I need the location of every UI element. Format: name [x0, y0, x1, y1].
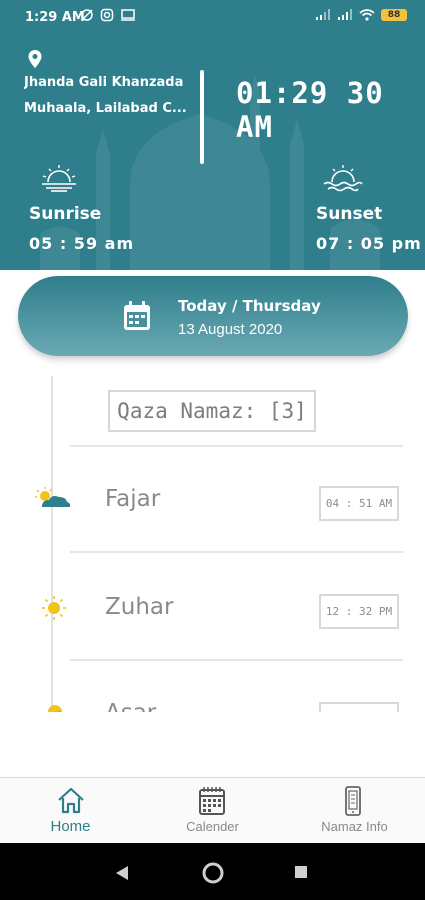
signal-icon — [316, 9, 330, 20]
sunset-label: Sunset — [316, 204, 383, 224]
header-divider — [200, 70, 204, 164]
cloudy-sun-icon — [48, 705, 62, 712]
battery-icon: 88 — [381, 9, 407, 21]
calendar-icon — [124, 301, 150, 330]
instagram-icon — [100, 8, 114, 22]
back-icon[interactable] — [115, 865, 129, 881]
timeline-line — [51, 376, 53, 712]
row-divider — [70, 551, 403, 553]
prayer-time-zuhar: 12 : 32 PM — [319, 594, 399, 629]
sunset-time: 07 : 05 pm — [316, 234, 422, 253]
home-circle-icon[interactable] — [201, 861, 225, 885]
nav-namaz-info[interactable]: Namaz Info — [284, 778, 425, 844]
prayer-time-asar — [319, 702, 399, 712]
system-navigation-bar — [0, 843, 425, 900]
date-full-label: 13 August 2020 — [178, 321, 283, 338]
signal-icon — [338, 9, 352, 20]
location-line1: Jhanda Gali Khanzada — [24, 75, 184, 90]
nav-calender-label: Calender — [186, 819, 239, 834]
prayer-name-fajar: Fajar — [105, 486, 161, 512]
home-icon — [58, 787, 84, 814]
sync-off-icon — [81, 9, 93, 21]
screen-cast-icon — [121, 9, 135, 21]
prayer-name-zuhar: Zuhar — [105, 594, 174, 620]
status-bar: 1:29 AM 88 — [0, 0, 425, 34]
location-text: Jhanda Gali Khanzada Muhaala, Lailabad C… — [24, 70, 194, 122]
sunrise-label: Sunrise — [29, 204, 102, 224]
sunset-icon — [323, 165, 363, 192]
nav-home[interactable]: Home — [0, 778, 141, 844]
location-pin-icon — [28, 50, 42, 68]
prayer-list[interactable]: Qaza Namaz: [3] Fajar 04 : 51 AM Zuhar 1… — [0, 360, 425, 712]
wifi-icon — [359, 9, 375, 21]
nav-home-label: Home — [50, 818, 91, 835]
sunrise-time: 05 : 59 am — [29, 234, 135, 253]
bottom-navigation: Home Calender Namaz Info — [0, 777, 425, 844]
calendar-icon — [199, 787, 225, 815]
nav-namaz-info-label: Namaz Info — [321, 819, 388, 834]
prayer-name-asar: Asar — [105, 700, 156, 712]
phone-info-icon — [345, 786, 361, 816]
row-divider — [70, 659, 403, 661]
location-line2: Muhaala, Lailabad C... — [24, 101, 187, 116]
cloudy-sun-icon — [35, 487, 71, 507]
date-day-label: Today / Thursday — [178, 297, 321, 315]
sunrise-icon — [42, 165, 76, 192]
header-panel: Jhanda Gali Khanzada Muhaala, Lailabad C… — [0, 34, 425, 270]
qaza-namaz-counter[interactable]: Qaza Namaz: [3] — [108, 390, 316, 432]
status-time: 1:29 AM — [25, 10, 85, 25]
date-selector-button[interactable]: Today / Thursday 13 August 2020 — [18, 276, 408, 356]
prayer-time-fajar: 04 : 51 AM — [319, 486, 399, 521]
nav-calender[interactable]: Calender — [142, 778, 283, 844]
row-divider — [70, 445, 403, 447]
recents-icon[interactable] — [294, 865, 308, 879]
sun-icon — [42, 596, 66, 620]
current-time-clock: 01:29 30 AM — [236, 76, 384, 144]
